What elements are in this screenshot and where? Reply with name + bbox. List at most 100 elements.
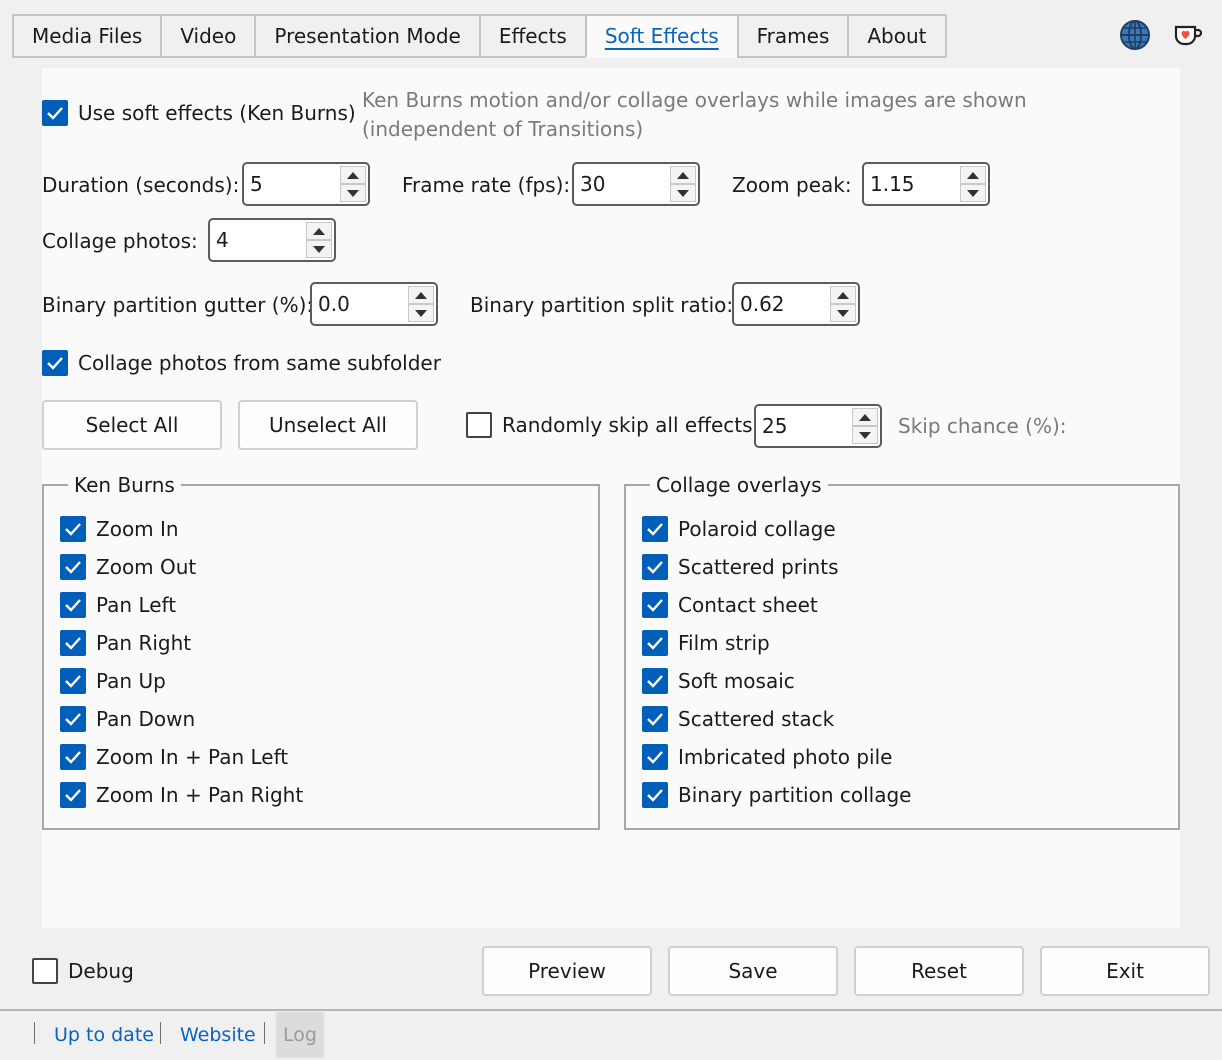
spin-up-button[interactable] [960, 166, 986, 184]
skip-chance-label: Skip chance (%): [898, 414, 1067, 438]
tab-media-files[interactable]: Media Files [12, 14, 161, 58]
skip-chance-spinbox[interactable] [754, 404, 882, 448]
spin-up-button[interactable] [830, 286, 856, 304]
bp-ratio-spinbox[interactable] [732, 282, 860, 326]
select-all-button[interactable]: Select All [42, 400, 222, 450]
spin-up-button[interactable] [852, 408, 878, 426]
checkbox-label: Zoom In + Pan Right [96, 783, 304, 807]
spin-up-button[interactable] [306, 222, 332, 240]
checkbox-box [466, 412, 492, 438]
tab-presentation-mode[interactable]: Presentation Mode [254, 14, 479, 58]
checkbox-box [60, 630, 86, 656]
random-skip-checkbox[interactable]: Randomly skip all effects [466, 412, 753, 438]
up-to-date-link[interactable]: Up to date [54, 1024, 154, 1046]
checkbox-label: Pan Down [96, 707, 196, 731]
exit-button[interactable]: Exit [1040, 946, 1210, 996]
checkbox-box [642, 516, 668, 542]
random-skip-label: Randomly skip all effects [502, 413, 753, 437]
ken-burns-zoom-out-checkbox[interactable]: Zoom Out [60, 554, 196, 580]
bp-ratio-label: Binary partition split ratio: [470, 293, 734, 317]
checkbox-box [60, 592, 86, 618]
website-link[interactable]: Website [180, 1024, 256, 1046]
collage-soft-mosaic-checkbox[interactable]: Soft mosaic [642, 668, 795, 694]
log-button[interactable]: Log [276, 1012, 324, 1058]
skip-chance-input[interactable] [756, 406, 850, 446]
tab-about[interactable]: About [847, 14, 947, 58]
checkbox-label: Imbricated photo pile [678, 745, 893, 769]
collage-overlays-group-title: Collage overlays [650, 473, 828, 497]
zoom-peak-spinbox[interactable] [862, 162, 990, 206]
spin-down-button[interactable] [408, 304, 434, 322]
ken-burns-pan-up-checkbox[interactable]: Pan Up [60, 668, 166, 694]
collage-film-strip-checkbox[interactable]: Film strip [642, 630, 770, 656]
collage-photos-label: Collage photos: [42, 229, 198, 253]
spin-down-button[interactable] [960, 184, 986, 202]
tab-label: Media Files [32, 24, 143, 48]
unselect-all-button[interactable]: Unselect All [238, 400, 418, 450]
ken-burns-pan-down-checkbox[interactable]: Pan Down [60, 706, 195, 732]
globe-icon[interactable] [1118, 18, 1152, 52]
collage-scattered-prints-checkbox[interactable]: Scattered prints [642, 554, 839, 580]
ken-burns-pan-right-checkbox[interactable]: Pan Right [60, 630, 191, 656]
status-separator [160, 1022, 161, 1044]
ken-burns-group-title: Ken Burns [68, 473, 181, 497]
spin-down-button[interactable] [852, 426, 878, 444]
soft-effects-description: Ken Burns motion and/or collage overlays… [362, 88, 1027, 141]
checkbox-box [32, 958, 58, 984]
frame-rate-spinbox[interactable] [572, 162, 700, 206]
tab-video[interactable]: Video [160, 14, 255, 58]
save-button[interactable]: Save [668, 946, 838, 996]
spin-down-button[interactable] [830, 304, 856, 322]
reset-button[interactable]: Reset [854, 946, 1024, 996]
debug-checkbox[interactable]: Debug [32, 958, 134, 984]
tab-soft-effects[interactable]: Soft Effects [584, 14, 737, 58]
tab-effects[interactable]: Effects [478, 14, 585, 58]
bp-gutter-spinbox[interactable] [310, 282, 438, 326]
same-subfolder-checkbox[interactable]: Collage photos from same subfolder [42, 350, 441, 376]
same-subfolder-label: Collage photos from same subfolder [78, 351, 441, 375]
checkbox-box [60, 668, 86, 694]
coffee-heart-icon[interactable] [1170, 18, 1204, 52]
bp-gutter-input[interactable] [312, 284, 406, 324]
debug-label: Debug [68, 959, 134, 983]
tab-label: Presentation Mode [274, 24, 461, 48]
frame-rate-input[interactable] [574, 164, 668, 204]
checkbox-box [60, 744, 86, 770]
tab-frames[interactable]: Frames [736, 14, 848, 58]
checkbox-label: Soft mosaic [678, 669, 795, 693]
duration-label: Duration (seconds): [42, 173, 240, 197]
checkbox-label: Zoom In + Pan Left [96, 745, 289, 769]
ken-burns-zoom-in-pan-right-checkbox[interactable]: Zoom In + Pan Right [60, 782, 303, 808]
spin-down-button[interactable] [670, 184, 696, 202]
collage-binary-partition-checkbox[interactable]: Binary partition collage [642, 782, 911, 808]
bp-ratio-input[interactable] [734, 284, 828, 324]
collage-imbricated-pile-checkbox[interactable]: Imbricated photo pile [642, 744, 892, 770]
ken-burns-zoom-in-pan-left-checkbox[interactable]: Zoom In + Pan Left [60, 744, 288, 770]
duration-input[interactable] [244, 164, 338, 204]
collage-contact-sheet-checkbox[interactable]: Contact sheet [642, 592, 818, 618]
tab-label: Effects [498, 24, 567, 48]
status-divider [0, 1009, 1222, 1011]
spin-down-button[interactable] [306, 240, 332, 258]
spin-up-button[interactable] [340, 166, 366, 184]
ken-burns-pan-left-checkbox[interactable]: Pan Left [60, 592, 176, 618]
zoom-peak-input[interactable] [864, 164, 958, 204]
collage-photos-spinbox[interactable] [208, 218, 336, 262]
spin-up-button[interactable] [408, 286, 434, 304]
collage-scattered-stack-checkbox[interactable]: Scattered stack [642, 706, 834, 732]
checkbox-box [42, 100, 68, 126]
tab-label: Video [180, 24, 237, 48]
tab-label: About [867, 24, 927, 48]
bp-gutter-label: Binary partition gutter (%): [42, 293, 314, 317]
collage-polaroid-checkbox[interactable]: Polaroid collage [642, 516, 836, 542]
preview-button[interactable]: Preview [482, 946, 652, 996]
collage-photos-input[interactable] [210, 220, 304, 260]
checkbox-box [642, 630, 668, 656]
checkbox-box [642, 668, 668, 694]
duration-spinbox[interactable] [242, 162, 370, 206]
zoom-peak-label: Zoom peak: [732, 173, 852, 197]
spin-down-button[interactable] [340, 184, 366, 202]
spin-up-button[interactable] [670, 166, 696, 184]
ken-burns-zoom-in-checkbox[interactable]: Zoom In [60, 516, 179, 542]
use-soft-effects-checkbox[interactable]: Use soft effects (Ken Burns) [42, 100, 356, 126]
